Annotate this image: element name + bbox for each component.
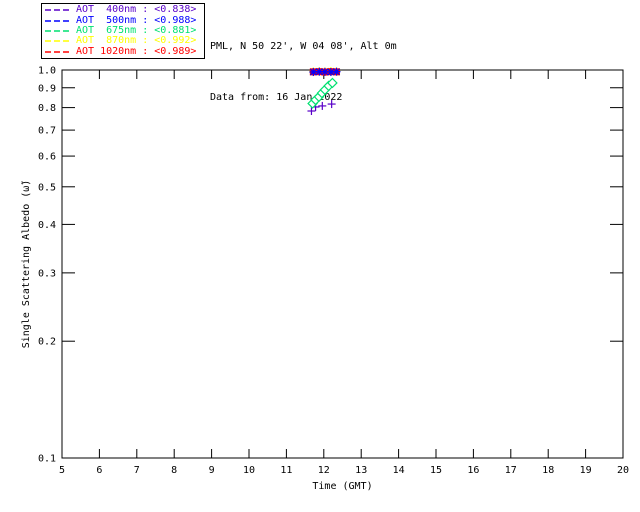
data-point-marker — [332, 67, 341, 76]
x-tick-label: 16 — [467, 465, 479, 476]
legend-line-sample-aot-400 — [45, 9, 71, 11]
legend-entry-aot-870: AOT 870nm : <0.992> — [45, 36, 204, 46]
x-tick-label: 5 — [59, 465, 65, 476]
y-tick-label: 0.9 — [38, 83, 56, 94]
y-axis-title: Single Scattering Albedo (ω̃) — [20, 180, 32, 349]
data-point-marker — [307, 107, 316, 116]
y-tick-label: 0.4 — [38, 220, 56, 231]
x-tick-label: 6 — [96, 465, 102, 476]
data-point-marker — [318, 101, 327, 110]
y-tick-label: 0.8 — [38, 103, 56, 114]
plot-canvas: AOT 400nm : <0.838> AOT 500nm : <0.988> AO… — [0, 0, 640, 512]
x-axis-title: Time (GMT) — [312, 481, 372, 492]
x-tick-label: 12 — [318, 465, 330, 476]
x-tick-label: 17 — [505, 465, 517, 476]
y-tick-label: 0.3 — [38, 268, 56, 279]
axes-box — [61, 69, 624, 459]
y-tick-label: 0.6 — [38, 152, 56, 163]
x-tick-label: 11 — [280, 465, 292, 476]
legend-entry-aot-1020: AOT 1020nm : <0.989> — [45, 45, 204, 57]
legend-entry-aot-400: AOT 400nm : <0.838> — [45, 5, 204, 15]
data-point-marker — [327, 100, 336, 109]
x-tick-label: 10 — [243, 465, 255, 476]
legend-line-sample-aot-500 — [45, 19, 71, 22]
legend-line-sample-aot-675 — [45, 30, 71, 32]
x-tick-label: 8 — [171, 465, 177, 476]
y-tick-label: 0.1 — [38, 454, 56, 465]
legend-label: AOT 870nm : <0.992> — [76, 35, 197, 47]
legend-label: AOT 400nm : <0.838> — [76, 4, 197, 16]
legend-line-sample-aot-870 — [45, 40, 71, 43]
ssa-chart: 5 6 7 8 9 10 11 12 13 14 15 16 17 18 19 20 1.0 0.9 0.8 0.7 0… — [20, 66, 629, 493]
y-tick-label: 0.2 — [38, 337, 56, 348]
x-tick-label: 7 — [134, 465, 140, 476]
x-tick-label: 18 — [542, 465, 554, 476]
legend-label: AOT 1020nm : <0.989> — [76, 45, 197, 57]
legend-box: AOT 400nm : <0.838> AOT 500nm : <0.988> AO… — [41, 3, 205, 59]
x-tick-label: 15 — [430, 465, 442, 476]
y-tick-label: 1.0 — [38, 66, 56, 77]
x-tick-label: 20 — [617, 465, 629, 476]
x-tick-label: 19 — [580, 465, 592, 476]
x-tick-label: 14 — [393, 465, 405, 476]
x-tick-label: 13 — [355, 465, 367, 476]
y-tick-label: 0.7 — [38, 126, 56, 137]
x-tick-label: 9 — [209, 465, 215, 476]
y-tick-label: 0.5 — [38, 182, 56, 193]
legend-line-sample-aot-1020 — [45, 51, 71, 53]
